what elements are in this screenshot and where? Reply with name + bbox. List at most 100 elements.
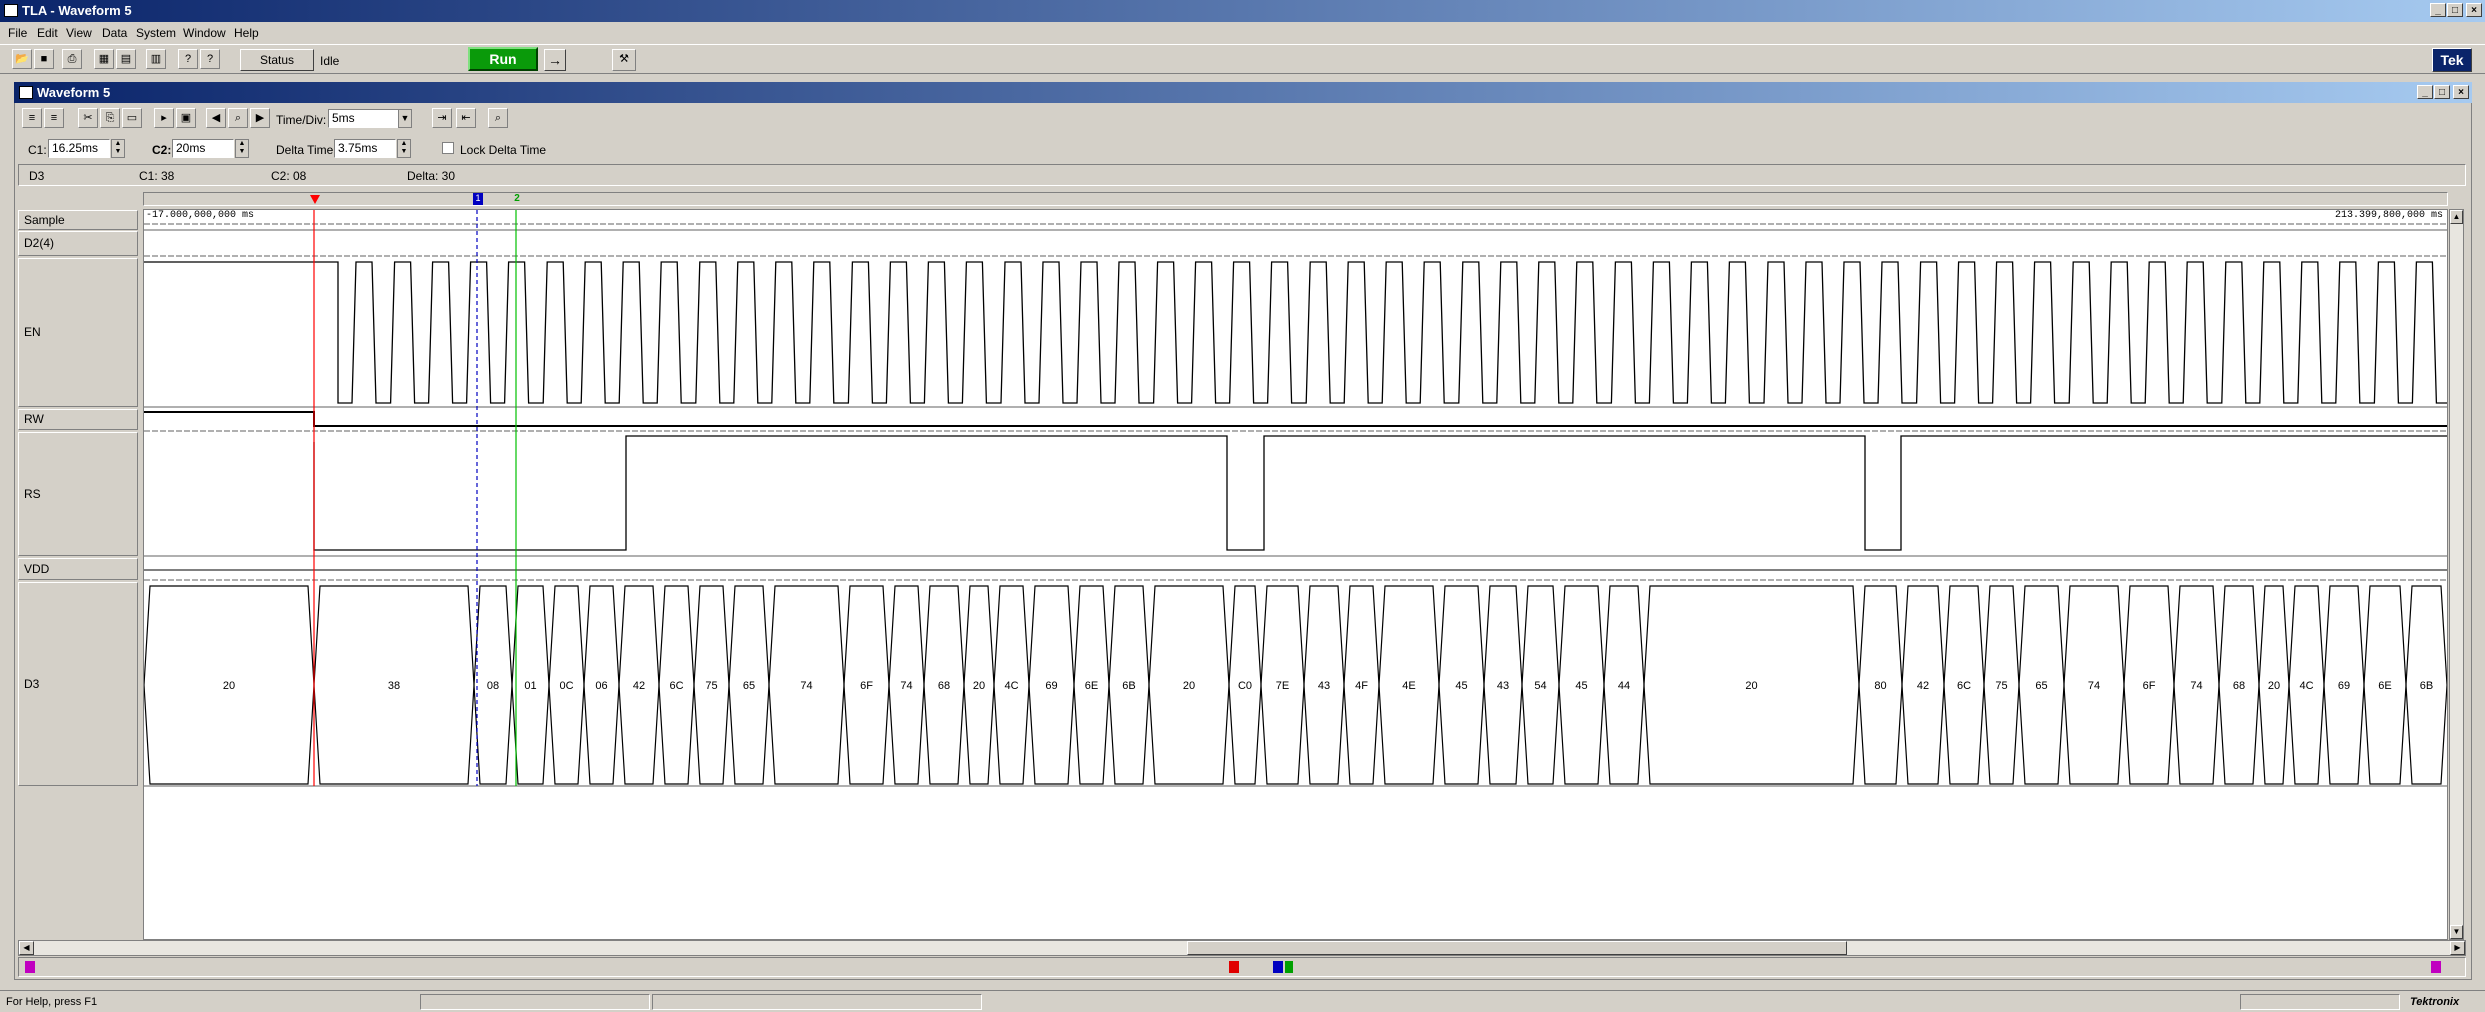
waveform-window-title-bar: Waveform 5 _ □ × <box>14 82 2472 103</box>
status-button[interactable]: Status <box>240 49 314 71</box>
status-bar: For Help, press F1 Tektronix <box>0 990 2485 1012</box>
open-icon[interactable]: 📂 <box>12 49 32 69</box>
zoom-out-icon[interactable]: ⇤ <box>456 108 476 128</box>
magnify-icon[interactable]: ⌕ <box>488 108 508 128</box>
menu-data[interactable]: Data <box>102 26 127 40</box>
trigger-marker-icon[interactable] <box>310 195 320 204</box>
waveform-canvas[interactable]: 20 38 08 01 0C 06 42 6C 75 65 74 6F 74 68 20 4C 69 6E 6B 20… <box>144 210 2447 939</box>
overview-c1-marker-icon[interactable] <box>1273 961 1283 973</box>
d3-bus-value: 6E <box>1085 680 1098 692</box>
d3-bus-value: 6F <box>860 680 873 692</box>
readout-channel: D3 <box>29 169 45 183</box>
c1-spinner[interactable]: ▲ ▼ <box>111 139 125 158</box>
find-icon[interactable]: ⌕ <box>228 108 248 128</box>
c1-marker[interactable]: 1 <box>473 193 483 205</box>
d3-bus-value: 74 <box>2190 680 2202 692</box>
run-button[interactable]: Run <box>468 47 538 71</box>
add-group-icon[interactable]: ≡ <box>44 108 64 128</box>
minimize-icon[interactable]: _ <box>2430 3 2446 17</box>
lock-delta-checkbox[interactable] <box>442 142 454 154</box>
signal-label-rs[interactable]: RS <box>18 432 138 556</box>
menu-help[interactable]: Help <box>234 26 259 40</box>
signal-label-vdd[interactable]: VDD <box>18 558 138 580</box>
delta-time-field[interactable]: 3.75ms <box>334 139 396 158</box>
d3-bus-value: 42 <box>1917 680 1929 692</box>
en-waveform <box>144 261 2447 404</box>
print-icon[interactable]: ⎙ <box>62 49 82 69</box>
next-mark-icon[interactable]: ▶ <box>250 108 270 128</box>
context-help-icon[interactable]: ? <box>178 49 198 69</box>
status-value: Idle <box>320 54 340 68</box>
copy-icon[interactable]: ⎘ <box>100 108 120 128</box>
d3-bus-value: 6C <box>1957 680 1971 692</box>
status-pane-2 <box>652 994 982 1010</box>
zoom-in-icon[interactable]: ⇥ <box>432 108 452 128</box>
child-close-icon[interactable]: × <box>2453 85 2469 99</box>
d3-bus-value: 75 <box>1995 680 2007 692</box>
overview-strip[interactable] <box>18 957 2466 977</box>
scroll-down-icon[interactable]: ▼ <box>2450 925 2463 939</box>
d3-bus-value: 4C <box>1004 680 1018 692</box>
waveform-icon <box>19 86 33 99</box>
signal-label-d3[interactable]: D3 <box>18 582 138 786</box>
menu-file[interactable]: File <box>8 26 27 40</box>
d3-bus-value: 43 <box>1318 680 1330 692</box>
c2-marker[interactable]: 2 <box>512 193 522 205</box>
menu-view[interactable]: View <box>66 26 92 40</box>
goto-icon[interactable]: ▸ <box>154 108 174 128</box>
overview-trigger-marker-icon[interactable] <box>1229 961 1239 973</box>
maximize-icon[interactable]: □ <box>2447 3 2463 17</box>
cursor-readout: D3 C1: 38 C2: 08 Delta: 30 <box>18 164 2466 186</box>
signal-label-d2[interactable]: D2(4) <box>18 231 138 256</box>
menu-edit[interactable]: Edit <box>37 26 58 40</box>
scroll-up-icon[interactable]: ▲ <box>2450 210 2463 224</box>
scroll-right-icon[interactable]: ▶ <box>2450 941 2465 955</box>
status-pane-3 <box>2240 994 2400 1010</box>
prev-mark-icon[interactable]: ◀ <box>206 108 226 128</box>
d3-bus-value: 6B <box>1122 680 1135 692</box>
overview-c2-marker-icon[interactable] <box>1285 961 1293 973</box>
waveform-display[interactable]: 20 38 08 01 0C 06 42 6C 75 65 74 6F 74 68 20 4C 69 6E 6B 20… <box>143 209 2448 940</box>
setup-icon[interactable]: ▦ <box>94 49 114 69</box>
save-icon[interactable]: ■ <box>34 49 54 69</box>
delta-time-label: Delta Time: <box>276 143 337 157</box>
d3-bus-value: 74 <box>2088 680 2100 692</box>
overview-start-marker-icon[interactable] <box>25 961 35 973</box>
close-icon[interactable]: × <box>2466 3 2482 17</box>
cut-icon[interactable]: ✂ <box>78 108 98 128</box>
hammer-icon[interactable]: ⚒ <box>612 49 636 71</box>
d3-bus-value: 45 <box>1575 680 1587 692</box>
d3-bus-value: 42 <box>633 680 645 692</box>
vertical-scrollbar[interactable]: ▲ ▼ <box>2449 209 2464 940</box>
delta-time-spinner[interactable]: ▲ ▼ <box>397 139 411 158</box>
d3-bus-value: 08 <box>487 680 499 692</box>
c1-time-field[interactable]: 16.25ms <box>48 139 110 158</box>
help-icon[interactable]: ? <box>200 49 220 69</box>
child-minimize-icon[interactable]: _ <box>2417 85 2433 99</box>
signal-label-rw[interactable]: RW <box>18 409 138 430</box>
overview-end-marker-icon[interactable] <box>2431 961 2441 973</box>
menu-window[interactable]: Window <box>183 26 226 40</box>
signal-label-en[interactable]: EN <box>18 258 138 407</box>
properties-icon[interactable]: ▣ <box>176 108 196 128</box>
c2-time-field[interactable]: 20ms <box>172 139 234 158</box>
app-icon <box>4 4 18 17</box>
paste-icon[interactable]: ▭ <box>122 108 142 128</box>
system-icon[interactable]: ▥ <box>146 49 166 69</box>
run-mode-arrow-button[interactable]: → <box>544 49 566 71</box>
d3-bus-value: 80 <box>1874 680 1886 692</box>
horizontal-scrollbar[interactable]: ◀ ▶ <box>18 940 2466 956</box>
d3-bus-value: 68 <box>938 680 950 692</box>
menu-bar: File Edit View Data System Window Help <box>0 22 2485 44</box>
child-maximize-icon[interactable]: □ <box>2434 85 2450 99</box>
chevron-down-icon[interactable]: ▼ <box>398 109 412 128</box>
d3-bus-value: 4E <box>1402 680 1415 692</box>
scroll-left-icon[interactable]: ◀ <box>19 941 34 955</box>
signal-label-sample[interactable]: Sample <box>18 210 138 230</box>
trigger-icon[interactable]: ▤ <box>116 49 136 69</box>
scroll-thumb[interactable] <box>1187 941 1847 955</box>
c2-spinner[interactable]: ▲ ▼ <box>235 139 249 158</box>
menu-system[interactable]: System <box>136 26 176 40</box>
readout-c2: C2: 08 <box>271 169 307 183</box>
add-channel-icon[interactable]: ≡ <box>22 108 42 128</box>
